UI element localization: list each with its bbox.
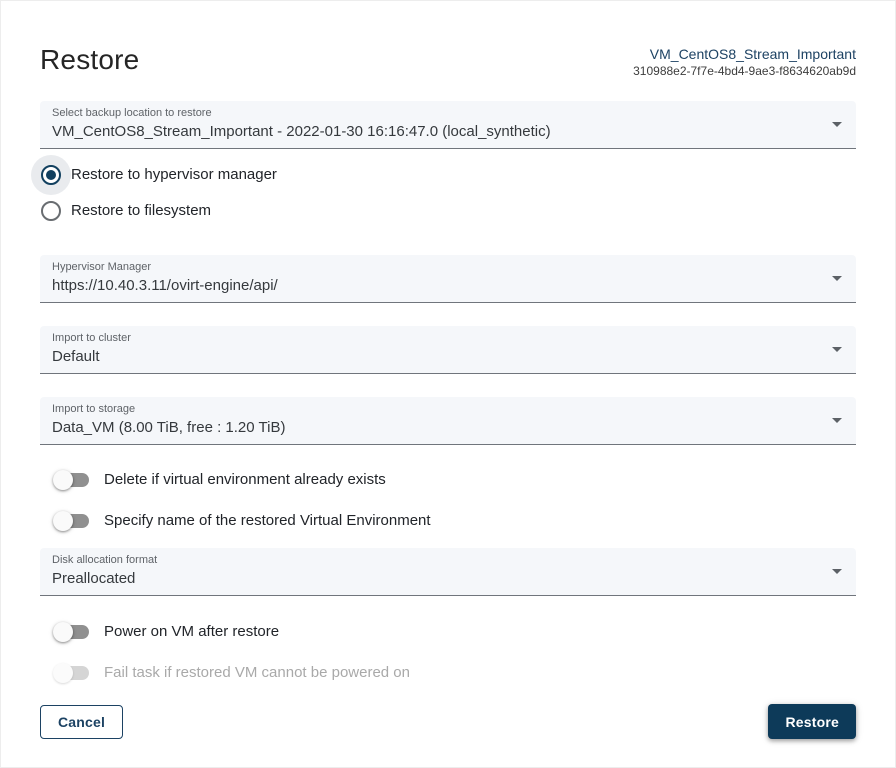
toggle-label: Power on VM after restore bbox=[104, 622, 279, 642]
dropdown-arrow-icon bbox=[832, 122, 842, 127]
disk-allocation-select[interactable]: Disk allocation format Preallocated bbox=[40, 548, 856, 596]
vm-name: VM_CentOS8_Stream_Important bbox=[633, 45, 856, 63]
toggle-specify-name[interactable]: Specify name of the restored Virtual Env… bbox=[40, 505, 856, 537]
toggle-fail-task-disabled: Fail task if restored VM cannot be power… bbox=[40, 657, 856, 689]
toggle-off-disabled-icon bbox=[56, 666, 89, 680]
radio-restore-to-filesystem[interactable]: Restore to filesystem bbox=[31, 195, 856, 227]
dropdown-arrow-icon bbox=[832, 418, 842, 423]
disk-allocation-label: Disk allocation format bbox=[52, 554, 820, 567]
toggle-off-icon bbox=[56, 625, 89, 639]
disk-allocation-value: Preallocated bbox=[52, 569, 820, 589]
radio-halo bbox=[31, 155, 71, 195]
restore-dialog: Restore VM_CentOS8_Stream_Important 3109… bbox=[0, 0, 896, 768]
dropdown-arrow-icon bbox=[832, 347, 842, 352]
dropdown-arrow-icon bbox=[832, 569, 842, 574]
import-storage-label: Import to storage bbox=[52, 403, 820, 416]
toggle-power-on-vm[interactable]: Power on VM after restore bbox=[40, 616, 856, 648]
radio-selected-icon bbox=[41, 165, 61, 185]
vm-meta: VM_CentOS8_Stream_Important 310988e2-7f7… bbox=[633, 45, 856, 79]
radio-label: Restore to hypervisor manager bbox=[71, 165, 277, 185]
import-storage-value: Data_VM (8.00 TiB, free : 1.20 TiB) bbox=[52, 418, 820, 438]
radio-restore-to-hypervisor[interactable]: Restore to hypervisor manager bbox=[31, 159, 856, 191]
hypervisor-manager-value: https://10.40.3.11/ovirt-engine/api/ bbox=[52, 276, 820, 296]
backup-location-label: Select backup location to restore bbox=[52, 107, 820, 120]
page-title: Restore bbox=[40, 43, 139, 77]
toggle-off-icon bbox=[56, 514, 89, 528]
hypervisor-manager-select[interactable]: Hypervisor Manager https://10.40.3.11/ov… bbox=[40, 255, 856, 303]
cancel-button[interactable]: Cancel bbox=[40, 705, 123, 739]
restore-button[interactable]: Restore bbox=[768, 704, 856, 739]
backup-location-select[interactable]: Select backup location to restore VM_Cen… bbox=[40, 101, 856, 149]
toggle-label: Specify name of the restored Virtual Env… bbox=[104, 511, 431, 531]
action-bar: Cancel Restore bbox=[40, 704, 856, 739]
restore-target-radio-group: Restore to hypervisor manager Restore to… bbox=[31, 159, 856, 227]
backup-location-value: VM_CentOS8_Stream_Important - 2022-01-30… bbox=[52, 122, 820, 142]
radio-unselected-icon bbox=[41, 201, 61, 221]
vm-uuid: 310988e2-7f7e-4bd4-9ae3-f8634620ab9d bbox=[633, 64, 856, 79]
toggle-label: Fail task if restored VM cannot be power… bbox=[104, 663, 410, 683]
toggle-delete-if-exists[interactable]: Delete if virtual environment already ex… bbox=[40, 464, 856, 496]
dialog-header: Restore VM_CentOS8_Stream_Important 3109… bbox=[40, 43, 856, 79]
toggle-off-icon bbox=[56, 473, 89, 487]
import-cluster-label: Import to cluster bbox=[52, 332, 820, 345]
radio-label: Restore to filesystem bbox=[71, 201, 211, 221]
hypervisor-manager-label: Hypervisor Manager bbox=[52, 261, 820, 274]
import-cluster-value: Default bbox=[52, 347, 820, 367]
dropdown-arrow-icon bbox=[832, 276, 842, 281]
import-cluster-select[interactable]: Import to cluster Default bbox=[40, 326, 856, 374]
toggle-label: Delete if virtual environment already ex… bbox=[104, 470, 386, 490]
import-storage-select[interactable]: Import to storage Data_VM (8.00 TiB, fre… bbox=[40, 397, 856, 445]
radio-halo bbox=[31, 191, 71, 231]
